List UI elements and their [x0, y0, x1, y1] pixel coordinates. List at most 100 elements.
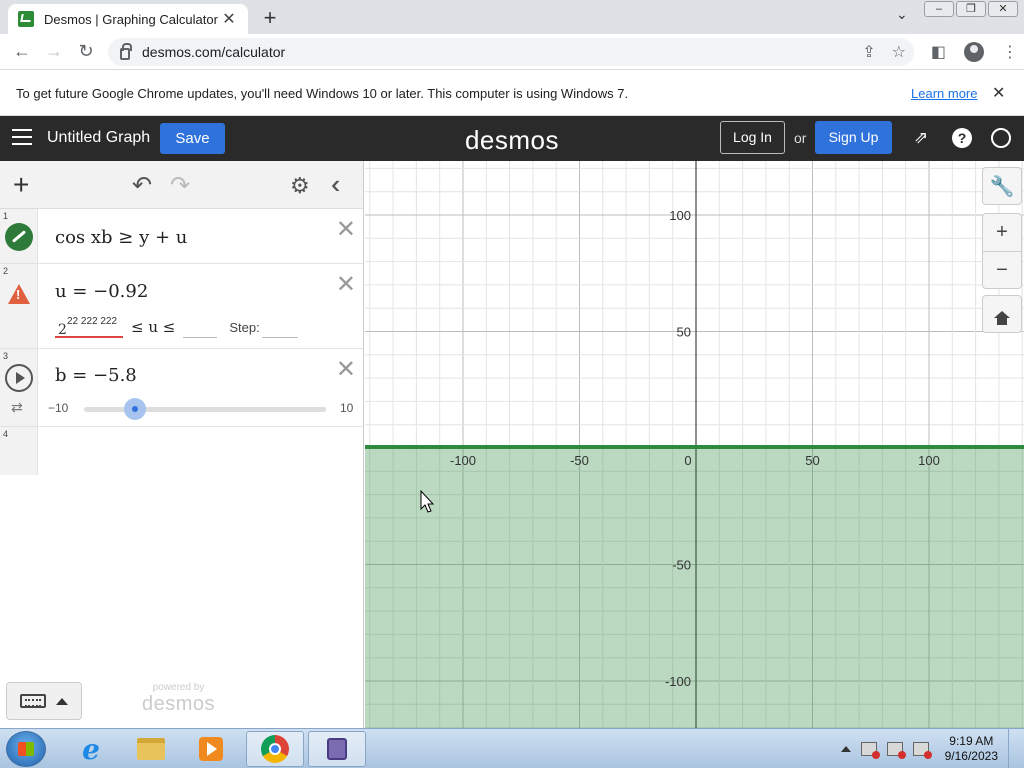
- slider-max-label[interactable]: 10: [340, 401, 353, 415]
- bookmark-star-icon[interactable]: ☆: [892, 42, 906, 62]
- application-icon: [327, 738, 347, 760]
- expression-index: 4: [3, 429, 9, 439]
- powered-by-logo: desmos: [142, 693, 216, 715]
- powered-by-desmos[interactable]: powered by desmos: [142, 682, 215, 716]
- line-style-icon[interactable]: [5, 223, 33, 251]
- expression-item-4[interactable]: 4: [0, 427, 363, 475]
- share-graph-icon[interactable]: ⇗: [911, 128, 931, 148]
- back-arrow-icon[interactable]: ←: [6, 41, 38, 62]
- internet-explorer-icon: e: [82, 732, 100, 766]
- expression-item-3[interactable]: 3 ⇄ b = −5.8 ✕ −10 10: [0, 349, 363, 427]
- browser-tab[interactable]: Desmos | Graphing Calculator ✕: [8, 4, 248, 34]
- zoom-in-button[interactable]: +: [982, 213, 1022, 251]
- redo-icon[interactable]: ↷: [170, 171, 190, 200]
- lock-icon[interactable]: [120, 43, 132, 60]
- side-panel-icon[interactable]: ◧: [931, 42, 946, 62]
- limit-inequality-text: ≤ u ≤: [131, 318, 176, 336]
- taskbar-chrome[interactable]: [246, 731, 304, 767]
- expression-gutter: 1: [0, 209, 38, 263]
- lower-limit-exponent: 22 222 222: [67, 316, 118, 327]
- action-center-flag-icon[interactable]: [860, 742, 880, 759]
- delete-expression-icon[interactable]: ✕: [336, 270, 356, 299]
- tab-search-chevron-icon[interactable]: ⌄: [896, 6, 908, 23]
- log-in-button[interactable]: Log In: [720, 121, 785, 154]
- slider-track[interactable]: [84, 407, 326, 412]
- network-icon[interactable]: [886, 742, 906, 759]
- y-tick-label: 50: [677, 325, 691, 340]
- expression-math[interactable]: u = −0.92: [55, 281, 148, 302]
- expression-math[interactable]: cos xb ≥ y + u: [55, 227, 187, 248]
- graph-paper[interactable]: -100 -50 0 50 100 100 50 -50 -100 🔧 + −: [365, 161, 1024, 728]
- step-label: Step:: [229, 319, 260, 335]
- start-button[interactable]: [6, 731, 46, 767]
- default-viewport-home-button[interactable]: [982, 295, 1022, 333]
- clock-time: 9:19 AM: [949, 734, 994, 748]
- expression-toolbar: + ↶ ↷ ⚙ ‹‹: [0, 161, 363, 209]
- expression-item-1[interactable]: 1 cos xb ≥ y + u ✕: [0, 209, 363, 264]
- zoom-out-button[interactable]: −: [982, 251, 1022, 289]
- y-tick-label: 100: [669, 208, 691, 223]
- lower-limit-base: 2: [58, 322, 67, 338]
- expression-math[interactable]: b = −5.8: [55, 365, 137, 386]
- graph-settings-wrench-icon[interactable]: 🔧: [982, 167, 1022, 205]
- slider-step-input[interactable]: [261, 316, 298, 338]
- expression-panel: + ↶ ↷ ⚙ ‹‹ 1 cos xb ≥ y + u ✕ 2 ! u = −0…: [0, 161, 364, 728]
- help-icon[interactable]: ?: [952, 128, 972, 148]
- keyboard-icon: [20, 694, 46, 708]
- delete-expression-icon[interactable]: ✕: [336, 215, 356, 244]
- new-tab-button[interactable]: +: [258, 5, 282, 31]
- powered-by-text: powered by: [152, 682, 205, 693]
- add-item-plus-icon[interactable]: +: [13, 169, 29, 201]
- kebab-menu-icon[interactable]: ⋮: [1002, 42, 1018, 62]
- slider-thumb[interactable]: [123, 398, 146, 420]
- clock-date: 9/16/2023: [944, 749, 998, 763]
- expression-item-2[interactable]: 2 ! u = −0.92 ✕ 2 22 222 222 ≤ u ≤ Step:: [0, 264, 363, 349]
- inequality-shaded-region: [365, 446, 1024, 728]
- profile-avatar-icon[interactable]: [964, 41, 984, 62]
- learn-more-link[interactable]: Learn more: [911, 86, 977, 101]
- undo-icon[interactable]: ↶: [132, 171, 152, 200]
- restore-button[interactable]: ❐: [956, 1, 986, 17]
- desmos-favicon-icon: [18, 11, 34, 27]
- y-tick-label: -50: [672, 558, 691, 573]
- language-globe-icon[interactable]: [991, 128, 1011, 148]
- media-player-icon: [199, 737, 223, 761]
- close-infobar-icon[interactable]: ✕: [992, 83, 1005, 103]
- close-tab-icon[interactable]: ✕: [220, 9, 238, 29]
- sign-up-button[interactable]: Sign Up: [815, 121, 892, 154]
- slider-lower-limit-input[interactable]: 2 22 222 222: [55, 316, 123, 338]
- url-text: desmos.com/calculator: [142, 44, 286, 60]
- keypad-toggle-button[interactable]: [6, 682, 82, 720]
- slider-limits: 2 22 222 222 ≤ u ≤ Step:: [55, 316, 298, 338]
- volume-icon[interactable]: [912, 742, 932, 759]
- clock[interactable]: 9:19 AM 9/16/2023: [945, 734, 998, 764]
- address-bar[interactable]: desmos.com/calculator ⇪ ☆: [108, 38, 914, 66]
- reload-icon[interactable]: ↻: [70, 41, 102, 62]
- chrome-icon: [261, 735, 289, 763]
- show-hidden-icons-caret-icon[interactable]: [840, 746, 851, 752]
- taskbar-media-player[interactable]: [182, 731, 240, 767]
- slider-upper-limit-input[interactable]: [183, 316, 218, 338]
- graph-canvas[interactable]: -100 -50 0 50 100 100 50 -50 -100: [365, 161, 1024, 728]
- loop-mode-icon[interactable]: ⇄: [11, 399, 23, 416]
- slider-min-label[interactable]: −10: [48, 401, 68, 415]
- taskbar-internet-explorer[interactable]: e: [62, 731, 120, 767]
- x-tick-label: 100: [918, 453, 940, 468]
- expression-index: 3: [3, 351, 9, 361]
- windows-taskbar: e 9:19 AM 9/16/2023: [0, 728, 1024, 768]
- system-tray: 9:19 AM 9/16/2023: [840, 729, 1024, 768]
- share-icon[interactable]: ⇪: [862, 42, 875, 62]
- minimize-button[interactable]: –: [924, 1, 954, 17]
- collapse-panel-icon[interactable]: ‹‹: [331, 169, 343, 200]
- close-window-button[interactable]: ✕: [988, 1, 1018, 17]
- taskbar-file-explorer[interactable]: [122, 731, 180, 767]
- settings-gear-icon[interactable]: ⚙: [290, 173, 310, 199]
- show-desktop-button[interactable]: [1008, 729, 1018, 768]
- expression-gutter: 2 !: [0, 264, 38, 348]
- play-icon[interactable]: [5, 364, 33, 392]
- tab-title: Desmos | Graphing Calculator: [44, 11, 218, 27]
- taskbar-app[interactable]: [308, 731, 366, 767]
- tab-strip: Desmos | Graphing Calculator ✕ + ⌄ – ❐ ✕: [0, 0, 1024, 34]
- forward-arrow-icon[interactable]: →: [38, 41, 70, 62]
- delete-expression-icon[interactable]: ✕: [336, 355, 356, 384]
